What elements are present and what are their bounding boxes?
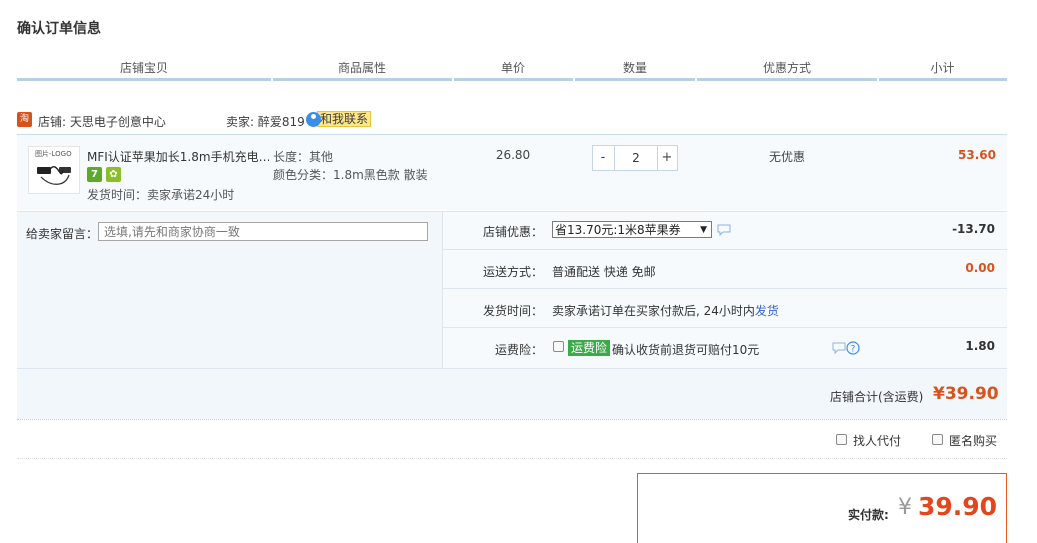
taobao-shop-icon: 淘	[17, 112, 32, 127]
contact-label: 和我联系	[317, 111, 372, 127]
divider	[17, 211, 1007, 212]
header-underline	[273, 78, 452, 81]
header-underline	[454, 78, 573, 81]
header-underline	[697, 78, 877, 81]
insurance-amount: 1.80	[965, 339, 995, 353]
thumb-caption: 图片-LOGO	[35, 150, 72, 158]
delivery-text: 卖家承诺订单在买家付款后, 24小时内	[552, 304, 755, 318]
shipping-method: 普通配送 快递 免邮	[552, 265, 656, 279]
col-header-discount: 优惠方式	[762, 61, 811, 75]
shop-total-value: ¥39.90	[933, 384, 999, 404]
pay-label: 实付款:	[848, 508, 889, 522]
divider	[17, 368, 1007, 369]
shipping-amount: 0.00	[965, 261, 995, 275]
shipping-label: 运送方式：	[483, 265, 544, 279]
qty-decrease-button[interactable]: -	[593, 146, 613, 170]
insurance-checkbox[interactable]	[553, 341, 564, 352]
col-header-attrs: 商品属性	[337, 61, 386, 75]
unit-price: 26.80	[495, 148, 531, 162]
divider	[17, 458, 1007, 459]
insurance-label: 运费险：	[495, 343, 544, 357]
delivery-label: 发货时间：	[483, 304, 544, 318]
seven-day-return-badge[interactable]: 7	[87, 167, 102, 182]
anonymous-label[interactable]: 匿名购买	[949, 432, 997, 449]
insurance-desc: 确认收货前退货可赔付10元	[612, 343, 760, 357]
help-icon[interactable]: ?	[846, 341, 860, 358]
svg-text:?: ?	[851, 345, 856, 355]
insurance-tag: 运费险	[568, 340, 611, 356]
attr-length: 长度：其他	[273, 150, 334, 164]
divider	[443, 288, 1007, 289]
anonymous-checkbox[interactable]	[932, 434, 943, 445]
chat-bubble-icon	[306, 111, 321, 127]
divider	[443, 249, 1007, 250]
qty-increase-button[interactable]: +	[657, 146, 677, 170]
shop-discount-select[interactable]: 省13.70元:1米8苹果券 ▼	[552, 221, 712, 238]
product-name-link[interactable]: MFI认证苹果加长1.8m手机充电…	[87, 148, 269, 165]
col-header-qty: 数量	[622, 61, 647, 75]
col-header-item: 店铺宝贝	[119, 61, 168, 75]
qty-input[interactable]: 2	[614, 146, 658, 170]
divider	[442, 211, 443, 368]
currency-symbol: ¥	[898, 495, 912, 520]
proxy-pay-label[interactable]: 找人代付	[853, 432, 901, 449]
quantity-stepper: - 2 +	[592, 145, 678, 171]
header-underline	[17, 78, 271, 81]
proxy-pay-checkbox[interactable]	[836, 434, 847, 445]
shop-discount-label: 店铺优惠：	[483, 225, 544, 239]
seller-message-input[interactable]: 选填,请先和商家协商一致	[98, 222, 428, 241]
col-header-price: 单价	[500, 61, 525, 75]
shop-discount-selected: 省13.70元:1米8苹果券	[555, 223, 681, 237]
message-label: 给卖家留言：	[26, 227, 99, 241]
comment-icon[interactable]	[832, 342, 846, 357]
shop-name[interactable]: 店铺: 天思电子创意中心	[38, 113, 166, 130]
header-underline	[879, 78, 1007, 81]
divider	[17, 419, 1007, 420]
shop-total-label: 店铺合计(含运费)	[830, 390, 924, 404]
delivery-promise: 卖家承诺订单在买家付款后, 24小时内发货	[552, 302, 779, 319]
pay-total: 39.90	[918, 492, 998, 521]
comment-icon[interactable]	[717, 224, 731, 239]
delivery-link[interactable]: 发货	[755, 304, 779, 318]
discount-method: 无优惠	[768, 150, 805, 164]
shop-discount-amount: -13.70	[952, 222, 995, 236]
item-subtotal: 53.60	[958, 148, 996, 162]
header-underline	[575, 78, 695, 81]
divider	[443, 327, 1007, 328]
seller-name[interactable]: 卖家: 醉爱819	[226, 113, 305, 130]
ship-time-text: 发货时间：卖家承诺24小时	[87, 188, 235, 202]
col-header-subtotal: 小计	[930, 61, 955, 75]
guarantee-badge[interactable]: ✿	[106, 167, 121, 182]
page-title: 确认订单信息	[17, 21, 101, 37]
contact-seller-button[interactable]: 和我联系	[306, 111, 372, 127]
dropdown-arrow-icon: ▼	[700, 225, 707, 235]
attr-color: 颜色分类：1.8m黑色款 散装	[273, 168, 428, 182]
